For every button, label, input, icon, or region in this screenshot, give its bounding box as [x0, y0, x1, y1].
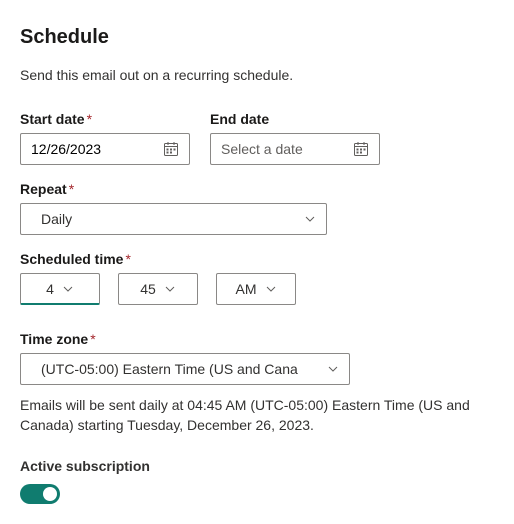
required-asterisk: *	[90, 331, 95, 347]
page-title: Schedule	[20, 26, 494, 49]
minute-value: 45	[140, 281, 156, 297]
subtitle-text: Send this email out on a recurring sched…	[20, 67, 494, 83]
active-subscription-label: Active subscription	[20, 458, 494, 474]
chevron-down-icon	[327, 363, 339, 375]
chevron-down-icon	[62, 283, 74, 295]
hour-value: 4	[46, 281, 54, 297]
start-date-input-wrap[interactable]	[20, 133, 190, 165]
start-date-label: Start date*	[20, 111, 190, 127]
active-subscription-toggle[interactable]	[20, 484, 60, 504]
end-date-input-wrap[interactable]	[210, 133, 380, 165]
required-asterisk: *	[69, 181, 74, 197]
hour-select[interactable]: 4	[20, 273, 100, 305]
ampm-value: AM	[236, 281, 257, 297]
start-date-input[interactable]	[21, 134, 157, 164]
chevron-down-icon	[304, 213, 316, 225]
start-date-field: Start date*	[20, 111, 190, 165]
scheduled-time-label: Scheduled time*	[20, 251, 494, 267]
timezone-value: (UTC-05:00) Eastern Time (US and Cana	[41, 361, 327, 377]
end-date-label: End date	[210, 111, 380, 127]
chevron-down-icon	[164, 283, 176, 295]
minute-select[interactable]: 45	[118, 273, 198, 305]
schedule-summary: Emails will be sent daily at 04:45 AM (U…	[20, 395, 494, 436]
repeat-value: Daily	[41, 211, 304, 227]
timezone-select[interactable]: (UTC-05:00) Eastern Time (US and Cana	[20, 353, 350, 385]
scheduled-time-field: Scheduled time* 4 45 AM	[20, 251, 494, 321]
required-asterisk: *	[87, 111, 92, 127]
repeat-select[interactable]: Daily	[20, 203, 327, 235]
chevron-down-icon	[265, 283, 277, 295]
calendar-icon[interactable]	[157, 141, 185, 157]
active-subscription-row: Active subscription	[20, 458, 494, 504]
ampm-select[interactable]: AM	[216, 273, 296, 305]
calendar-icon[interactable]	[347, 141, 375, 157]
required-asterisk: *	[125, 251, 130, 267]
timezone-field: Time zone* (UTC-05:00) Eastern Time (US …	[20, 331, 494, 385]
repeat-label: Repeat*	[20, 181, 494, 197]
toggle-knob	[43, 487, 57, 501]
timezone-label: Time zone*	[20, 331, 494, 347]
end-date-field: End date	[210, 111, 380, 165]
repeat-field: Repeat* Daily	[20, 181, 494, 235]
end-date-input[interactable]	[211, 134, 347, 164]
